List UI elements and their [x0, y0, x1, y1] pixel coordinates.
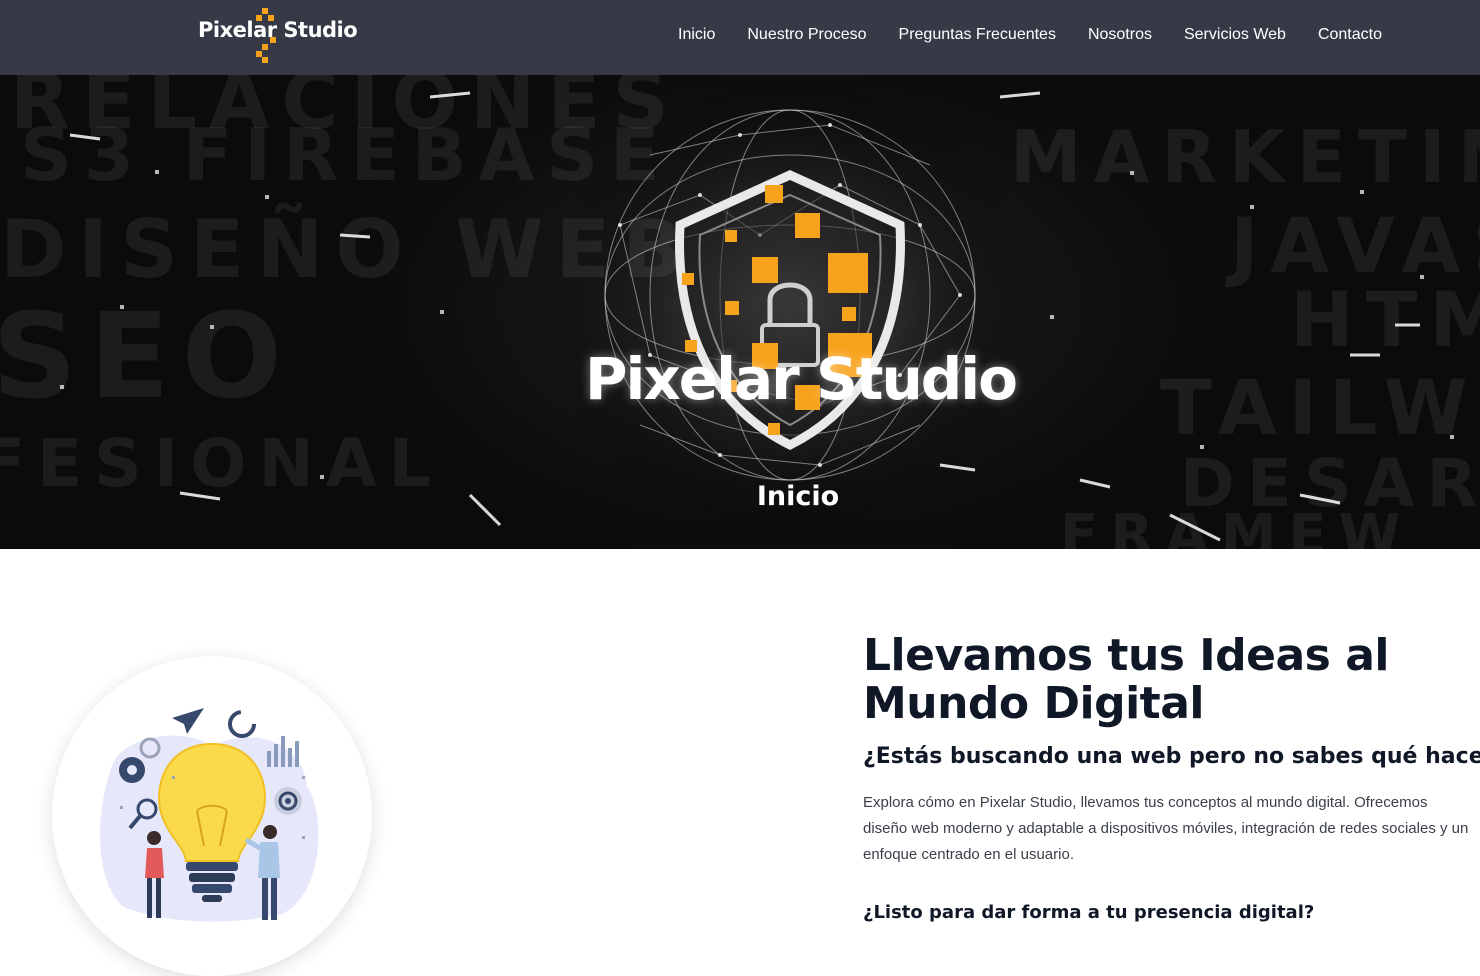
nav-item-nuestro-proceso[interactable]: Nuestro Proceso: [731, 26, 882, 44]
nav-item-inicio[interactable]: Inicio: [662, 26, 731, 44]
hero-bg-word: SEO: [0, 287, 294, 425]
cta-heading: ¿Listo para dar forma a tu presencia dig…: [863, 902, 1315, 923]
hero-bg-word: TAILW: [1160, 363, 1480, 452]
logo-text: Pixelar Studio: [198, 18, 358, 42]
intro-paragraph: Explora cómo en Pixelar Studio, llevamos…: [863, 794, 1469, 863]
lightbulb-ideas-illustration: [52, 656, 372, 976]
nav-item-preguntas-frecuentes[interactable]: Preguntas Frecuentes: [883, 26, 1072, 44]
logo-pixel: [262, 8, 268, 14]
hero-title: Inicio: [756, 481, 840, 512]
nav-item-contacto[interactable]: Contacto: [1302, 26, 1398, 44]
brand-logo[interactable]: Pixelar Studio: [198, 8, 358, 64]
paper-plane-icon: [172, 708, 204, 734]
hero-brand-text: Pixelar Studio: [585, 345, 1018, 413]
person-icon: [147, 831, 161, 845]
hero-bg-word: DISEÑO WEB: [0, 203, 696, 296]
sub-heading: ¿Estás buscando una web pero no sabes qu…: [863, 744, 1480, 769]
nav-item-servicios-web[interactable]: Servicios Web: [1168, 26, 1302, 44]
person-icon: [263, 825, 277, 839]
main-heading: Llevamos tus Ideas al Mundo Digital: [863, 630, 1389, 729]
logo-pixel: [262, 57, 268, 63]
progress-ring-icon: [228, 710, 256, 738]
nav-item-nosotros[interactable]: Nosotros: [1072, 26, 1168, 44]
hero-bg-word: MARKETING: [1010, 115, 1480, 199]
main-nav: Inicio Nuestro Proceso Preguntas Frecuen…: [662, 26, 1398, 44]
lightbulb-icon: [100, 708, 319, 922]
hero-bg-word: S3 FIREBASE: [20, 113, 672, 197]
logo-pixel: [262, 44, 268, 50]
hero-banner: RELACIONES S3 FIREBASE MARKETING DISEÑO …: [0, 75, 1480, 549]
navbar: Pixelar Studio Inicio Nuestro Proceso Pr…: [0, 0, 1480, 75]
hero-bg-word: HTML5: [1290, 275, 1480, 364]
